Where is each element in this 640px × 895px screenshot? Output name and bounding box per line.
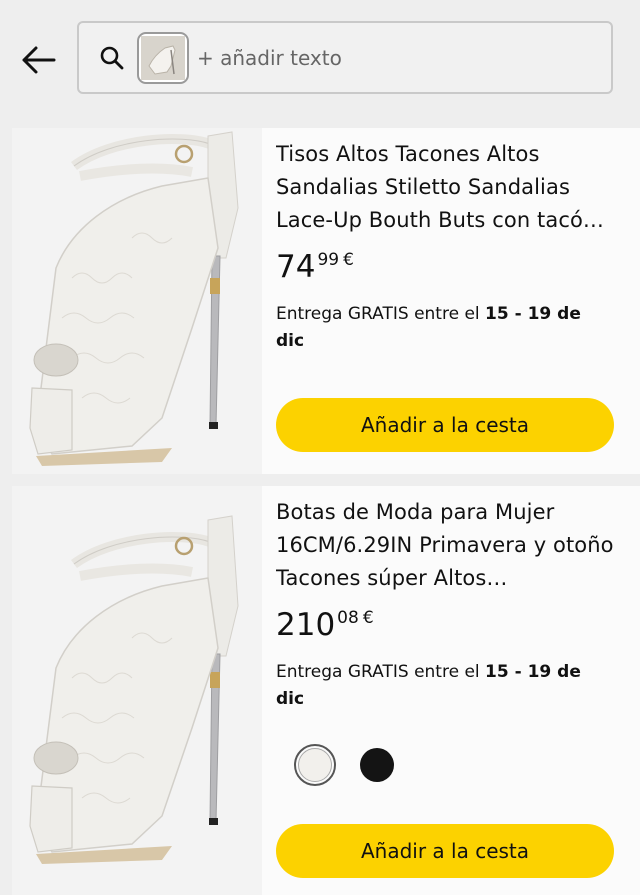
white-swatch-dot xyxy=(298,748,332,782)
price-whole: 74 xyxy=(276,249,316,285)
add-to-cart-button[interactable]: Añadir a la cesta xyxy=(276,824,614,878)
price-whole: 210 xyxy=(276,607,336,643)
product-image[interactable] xyxy=(12,486,262,895)
price-currency: € xyxy=(362,608,374,628)
price-currency: € xyxy=(343,250,354,270)
product-card[interactable]: Tisos Altos Tacones Altos Sandalias Stil… xyxy=(12,128,640,474)
back-arrow-icon[interactable] xyxy=(16,38,60,82)
add-to-cart-button[interactable]: Añadir a la cesta xyxy=(276,398,614,452)
image-search-thumbnail[interactable] xyxy=(137,31,189,84)
product-price: 210 08 € xyxy=(276,607,614,643)
product-image[interactable] xyxy=(12,128,262,474)
search-icon[interactable] xyxy=(97,43,127,73)
product-card[interactable]: Botas de Moda para Mujer 16CM/6.29IN Pri… xyxy=(12,486,640,895)
top-bar: + añadir texto xyxy=(0,0,640,112)
delivery-prefix: Entrega GRATIS entre el xyxy=(276,662,486,682)
delivery-info: Entrega GRATIS entre el 15 - 19 de dic xyxy=(276,659,614,713)
product-title[interactable]: Tisos Altos Tacones Altos Sandalias Stil… xyxy=(276,138,614,237)
delivery-info: Entrega GRATIS entre el 15 - 19 de dic xyxy=(276,301,614,355)
color-swatch-white[interactable] xyxy=(294,744,336,786)
shoe-image-icon xyxy=(141,35,185,80)
product-info: Botas de Moda para Mujer 16CM/6.29IN Pri… xyxy=(276,486,614,713)
product-title[interactable]: Botas de Moda para Mujer 16CM/6.29IN Pri… xyxy=(276,496,614,595)
product-info: Tisos Altos Tacones Altos Sandalias Stil… xyxy=(276,128,614,355)
color-swatch-black[interactable] xyxy=(356,744,398,786)
product-price: 74 99 € xyxy=(276,249,614,285)
black-swatch-dot xyxy=(360,748,394,782)
search-bar[interactable]: + añadir texto xyxy=(77,21,613,94)
delivery-prefix: Entrega GRATIS entre el xyxy=(276,304,486,324)
search-placeholder: + añadir texto xyxy=(197,45,342,70)
price-fraction: 99 xyxy=(317,250,340,270)
price-fraction: 08 xyxy=(337,608,359,628)
color-swatches xyxy=(294,744,398,786)
